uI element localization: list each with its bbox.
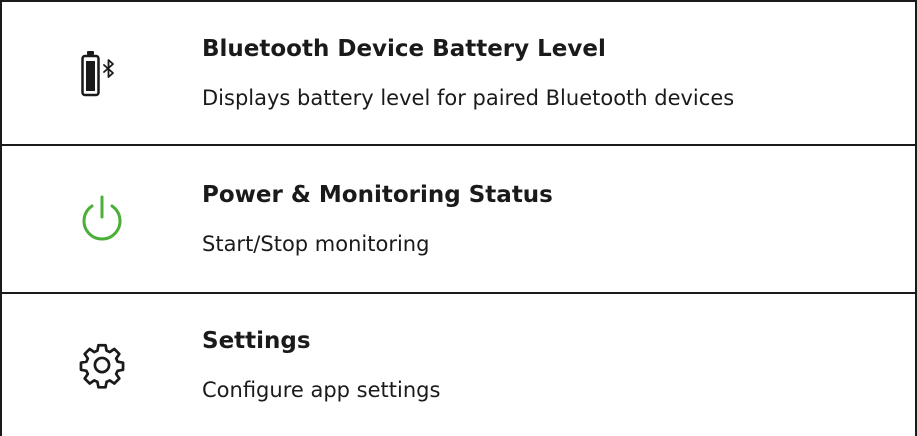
menu-item-description: Displays battery level for paired Blueto… xyxy=(202,86,735,110)
menu-item-description: Configure app settings xyxy=(202,378,441,402)
power-icon xyxy=(2,146,202,292)
menu-item-title: Settings xyxy=(202,328,311,354)
menu-item-settings[interactable]: Settings Configure app settings xyxy=(2,294,915,436)
menu-item-battery-level[interactable]: Bluetooth Device Battery Level Displays … xyxy=(2,0,915,146)
menu-item-description: Start/Stop monitoring xyxy=(202,232,430,256)
menu-item-title: Power & Monitoring Status xyxy=(202,182,553,208)
menu-panel: Bluetooth Device Battery Level Displays … xyxy=(0,0,917,436)
menu-item-power-monitoring[interactable]: Power & Monitoring Status Start/Stop mon… xyxy=(2,146,915,294)
menu-item-title: Bluetooth Device Battery Level xyxy=(202,36,606,62)
battery-bluetooth-icon xyxy=(2,2,202,144)
gear-icon xyxy=(2,294,202,436)
